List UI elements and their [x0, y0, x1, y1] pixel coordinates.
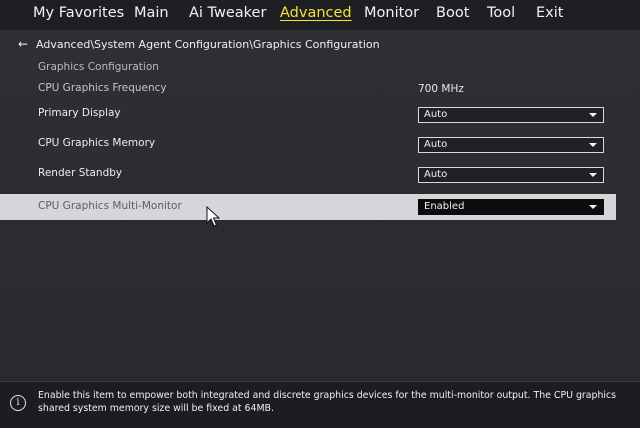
- tab-advanced[interactable]: Advanced: [280, 5, 352, 21]
- tab-my-favorites[interactable]: My Favorites: [33, 5, 124, 21]
- tab-main[interactable]: Main: [134, 5, 169, 21]
- primary-display-select[interactable]: Auto: [418, 107, 604, 123]
- help-bar: i Enable this item to empower both integ…: [0, 381, 640, 428]
- arrow-left-icon[interactable]: ←: [18, 37, 30, 51]
- tab-boot[interactable]: Boot: [436, 5, 469, 21]
- tab-exit[interactable]: Exit: [536, 5, 563, 21]
- multi-monitor-label: CPU Graphics Multi-Monitor: [38, 200, 182, 212]
- tab-monitor[interactable]: Monitor: [364, 5, 419, 21]
- tab-ai-tweaker[interactable]: Ai Tweaker: [189, 5, 266, 21]
- bios-screen: My Favorites Main Ai Tweaker Advanced Mo…: [0, 0, 640, 428]
- graphics-memory-select[interactable]: Auto: [418, 137, 604, 153]
- chevron-down-icon: [589, 113, 597, 117]
- info-icon: i: [10, 395, 26, 411]
- mouse-pointer-icon: [206, 206, 220, 227]
- frequency-value: 700 MHz: [418, 83, 464, 95]
- primary-display-value: Auto: [424, 109, 448, 120]
- breadcrumb: ← Advanced\System Agent Configuration\Gra…: [18, 37, 380, 51]
- primary-display-label: Primary Display: [38, 107, 121, 119]
- chevron-down-icon: [589, 205, 597, 209]
- graphics-memory-label: CPU Graphics Memory: [38, 137, 156, 149]
- tab-tool[interactable]: Tool: [487, 5, 515, 21]
- multi-monitor-row[interactable]: CPU Graphics Multi-Monitor Enabled: [0, 194, 616, 220]
- graphics-memory-value: Auto: [424, 139, 448, 150]
- chevron-down-icon: [589, 173, 597, 177]
- help-text: Enable this item to empower both integra…: [38, 390, 617, 414]
- multi-monitor-value: Enabled: [424, 201, 465, 212]
- render-standby-select[interactable]: Auto: [418, 167, 604, 183]
- section-title: Graphics Configuration: [38, 61, 159, 73]
- breadcrumb-path: Advanced\System Agent Configuration\Grap…: [36, 38, 380, 51]
- render-standby-value: Auto: [424, 169, 448, 180]
- render-standby-label: Render Standby: [38, 167, 123, 179]
- chevron-down-icon: [589, 143, 597, 147]
- frequency-label: CPU Graphics Frequency: [38, 82, 167, 94]
- top-menu-bar: My Favorites Main Ai Tweaker Advanced Mo…: [0, 0, 640, 30]
- multi-monitor-select[interactable]: Enabled: [418, 199, 604, 215]
